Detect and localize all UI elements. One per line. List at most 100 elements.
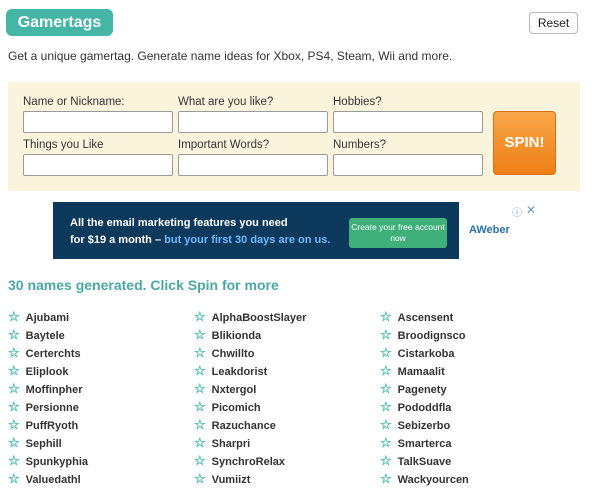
- name-label: TalkSuave: [397, 456, 452, 468]
- ad-banner[interactable]: All the email marketing features you nee…: [53, 202, 538, 259]
- star-icon[interactable]: ☆: [380, 417, 392, 432]
- star-icon[interactable]: ☆: [194, 327, 206, 342]
- name-label: Picomich: [211, 402, 261, 414]
- star-icon[interactable]: ☆: [8, 471, 20, 486]
- star-icon[interactable]: ☆: [8, 381, 20, 396]
- name-item[interactable]: ☆ Smarterca: [380, 435, 451, 451]
- ad-brand-logo: AWeber: [469, 224, 510, 236]
- name-item[interactable]: ☆ PuffRyoth: [8, 417, 78, 433]
- name-item[interactable]: ☆ Broodignsco: [380, 327, 466, 343]
- star-icon[interactable]: ☆: [8, 417, 20, 432]
- name-label: Sharpri: [211, 438, 251, 450]
- hobbies-label: Hobbies?: [333, 96, 382, 108]
- name-item[interactable]: ☆ Certerchts: [8, 345, 81, 361]
- info-icon[interactable]: ⓘ: [512, 204, 522, 219]
- name-item[interactable]: ☆ Pagenety: [380, 381, 447, 397]
- star-icon[interactable]: ☆: [380, 471, 392, 486]
- results-heading: 30 names generated. Click Spin for more: [8, 277, 279, 293]
- star-icon[interactable]: ☆: [380, 453, 392, 468]
- name-item[interactable]: ☆ Wackyourcen: [380, 471, 469, 487]
- page-title: Gamertags: [6, 9, 113, 36]
- name-label: Sephill: [25, 438, 62, 450]
- star-icon[interactable]: ☆: [380, 345, 392, 360]
- spin-button[interactable]: SPIN!: [493, 111, 556, 175]
- name-item[interactable]: ☆ Moffinpher: [8, 381, 82, 397]
- name-item[interactable]: ☆ SynchroRelax: [194, 453, 285, 469]
- star-icon[interactable]: ☆: [380, 327, 392, 342]
- personality-input[interactable]: [178, 111, 328, 133]
- name-label: Spunkyphia: [25, 456, 88, 468]
- star-icon[interactable]: ☆: [194, 399, 206, 414]
- star-icon[interactable]: ☆: [8, 327, 20, 342]
- name-item[interactable]: ☆ Pododdfla: [380, 399, 451, 415]
- ad-offer: but your first 30 days are on us.: [164, 234, 331, 246]
- name-label: Nxtergol: [211, 384, 257, 396]
- name-item[interactable]: ☆ Picomich: [194, 399, 261, 415]
- ad-subline: for $19 a month – but your first 30 days…: [70, 234, 330, 246]
- reset-button[interactable]: Reset: [529, 12, 578, 34]
- name-item[interactable]: ☆ Sephill: [8, 435, 62, 451]
- ad-cta-button[interactable]: Create your free account now: [349, 218, 447, 248]
- star-icon[interactable]: ☆: [8, 435, 20, 450]
- name-label: Ascensent: [397, 312, 454, 324]
- name-label: Moffinpher: [25, 384, 83, 396]
- name-label: Certerchts: [25, 348, 81, 360]
- name-item[interactable]: ☆ Sebizerbo: [380, 417, 450, 433]
- star-icon[interactable]: ☆: [194, 381, 206, 396]
- name-item[interactable]: ☆ Razuchance: [194, 417, 276, 433]
- name-item[interactable]: ☆ Sharpri: [194, 435, 250, 451]
- name-item[interactable]: ☆ AlphaBoostSlayer: [194, 309, 306, 325]
- name-label: Razuchance: [211, 420, 276, 432]
- star-icon[interactable]: ☆: [194, 309, 206, 324]
- name-item[interactable]: ☆ Baytele: [8, 327, 65, 343]
- star-icon[interactable]: ☆: [380, 363, 392, 378]
- name-item[interactable]: ☆ Chwillto: [194, 345, 254, 361]
- name-label: Vumiizt: [211, 474, 251, 486]
- hobbies-input[interactable]: [333, 111, 483, 133]
- star-icon[interactable]: ☆: [380, 309, 392, 324]
- name-label: Sebizerbo: [397, 420, 451, 432]
- name-item[interactable]: ☆ TalkSuave: [380, 453, 451, 469]
- name-label: SynchroRelax: [211, 456, 286, 468]
- star-icon[interactable]: ☆: [380, 381, 392, 396]
- star-icon[interactable]: ☆: [380, 399, 392, 414]
- star-icon[interactable]: ☆: [8, 309, 20, 324]
- numbers-label: Numbers?: [333, 139, 387, 151]
- name-label: Smarterca: [397, 438, 452, 450]
- things-input[interactable]: [23, 154, 173, 176]
- intro-text: Get a unique gamertag. Generate name ide…: [8, 49, 453, 63]
- ad-price: for $19 a month –: [70, 234, 162, 246]
- name-item[interactable]: ☆ Eliplook: [8, 363, 68, 379]
- name-label: Broodignsco: [397, 330, 466, 342]
- star-icon[interactable]: ☆: [8, 399, 20, 414]
- star-icon[interactable]: ☆: [194, 417, 206, 432]
- name-input[interactable]: [23, 111, 173, 133]
- name-label: Wackyourcen: [397, 474, 469, 486]
- name-item[interactable]: ☆ Spunkyphia: [8, 453, 88, 469]
- name-label: Pagenety: [397, 384, 447, 396]
- numbers-input[interactable]: [333, 154, 483, 176]
- words-input[interactable]: [178, 154, 328, 176]
- star-icon[interactable]: ☆: [194, 453, 206, 468]
- name-item[interactable]: ☆ Ascensent: [380, 309, 453, 325]
- name-item[interactable]: ☆ Cistarkoba: [380, 345, 455, 361]
- name-item[interactable]: ☆ Blikionda: [194, 327, 261, 343]
- star-icon[interactable]: ☆: [194, 471, 206, 486]
- star-icon[interactable]: ☆: [194, 345, 206, 360]
- name-item[interactable]: ☆ Ajubami: [8, 309, 69, 325]
- close-icon[interactable]: ✕: [526, 203, 536, 217]
- star-icon[interactable]: ☆: [8, 363, 20, 378]
- name-label: Chwillto: [211, 348, 255, 360]
- name-item[interactable]: ☆ Leakdorist: [194, 363, 267, 379]
- name-item[interactable]: ☆ Mamaalit: [380, 363, 445, 379]
- name-item[interactable]: ☆ Vumiizt: [194, 471, 250, 487]
- star-icon[interactable]: ☆: [380, 435, 392, 450]
- name-item[interactable]: ☆ Persionne: [8, 399, 79, 415]
- star-icon[interactable]: ☆: [194, 363, 206, 378]
- name-item[interactable]: ☆ Valuedathl: [8, 471, 81, 487]
- star-icon[interactable]: ☆: [8, 345, 20, 360]
- star-icon[interactable]: ☆: [8, 453, 20, 468]
- star-icon[interactable]: ☆: [194, 435, 206, 450]
- name-item[interactable]: ☆ Nxtergol: [194, 381, 256, 397]
- ad-headline: All the email marketing features you nee…: [70, 217, 288, 229]
